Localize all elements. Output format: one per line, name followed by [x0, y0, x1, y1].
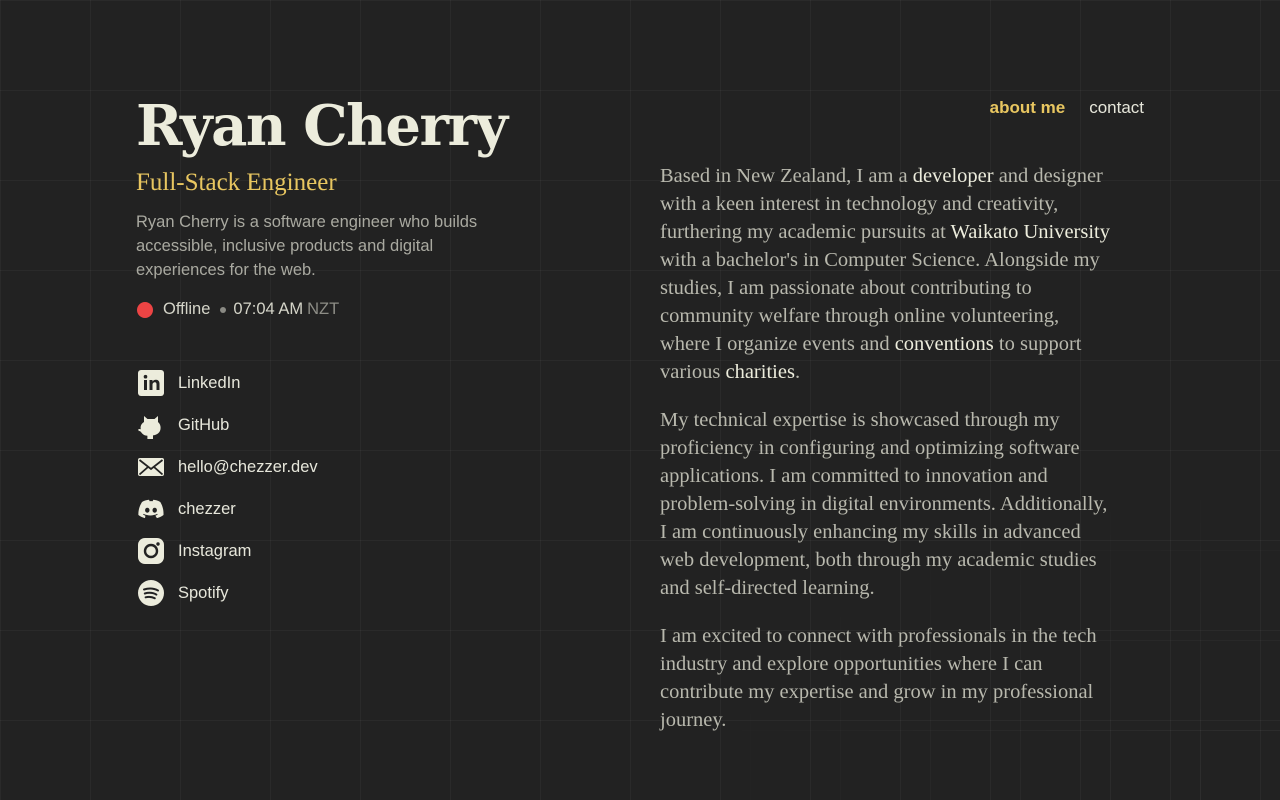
top-nav: about me contact [990, 98, 1144, 118]
nav-about[interactable]: about me [990, 98, 1066, 118]
highlight-developer: developer [912, 165, 994, 187]
local-time: 07:04 AM [233, 300, 304, 318]
link-spotify[interactable]: Spotify [136, 572, 318, 614]
linkedin-icon [136, 368, 166, 398]
link-label: chezzer [178, 499, 236, 518]
about-paragraph: My technical expertise is showcased thro… [660, 409, 1108, 599]
text-segment: Based in New Zealand, I am a [660, 165, 913, 187]
profile-column: Ryan Cherry Full-Stack Engineer Ryan Che… [136, 92, 516, 319]
link-label: hello@chezzer.dev [178, 457, 318, 476]
link-discord[interactable]: chezzer [136, 488, 318, 530]
status-row: Offline 07:04 AM NZT [136, 300, 516, 319]
text-segment: . [794, 361, 801, 383]
highlight-university: Waikato University [950, 221, 1110, 243]
bio-text: Ryan Cherry is a software engineer who b… [136, 213, 478, 279]
link-email[interactable]: hello@chezzer.dev [136, 446, 318, 488]
mail-icon [136, 452, 166, 482]
spotify-icon [136, 578, 166, 608]
about-paragraph: Based in New Zealand, I am a developer a… [660, 162, 1110, 386]
link-label: Spotify [178, 583, 229, 602]
status-indicator-icon [137, 301, 153, 318]
social-links: LinkedIn GitHub hello@chezzer.dev chezze… [136, 362, 318, 614]
github-icon [136, 410, 166, 440]
instagram-icon [136, 536, 166, 566]
link-github[interactable]: GitHub [136, 404, 318, 446]
link-label: Instagram [178, 541, 252, 560]
about-paragraph: I am excited to connect with professiona… [660, 625, 1097, 731]
about-section: Based in New Zealand, I am a developer a… [660, 162, 1110, 754]
link-label: GitHub [178, 415, 230, 434]
link-instagram[interactable]: Instagram [136, 530, 318, 572]
highlight-conventions: conventions [894, 333, 994, 355]
nav-contact[interactable]: contact [1089, 98, 1144, 118]
page-title: Ryan Cherry [136, 93, 508, 159]
job-title: Full-Stack Engineer [136, 169, 337, 196]
link-linkedin[interactable]: LinkedIn [136, 362, 318, 404]
discord-icon [136, 494, 166, 524]
separator-dot-icon [220, 306, 227, 313]
link-label: LinkedIn [178, 373, 241, 392]
timezone: NZT [307, 300, 340, 318]
highlight-charities: charities [725, 361, 795, 383]
status-text: Offline [163, 300, 211, 318]
